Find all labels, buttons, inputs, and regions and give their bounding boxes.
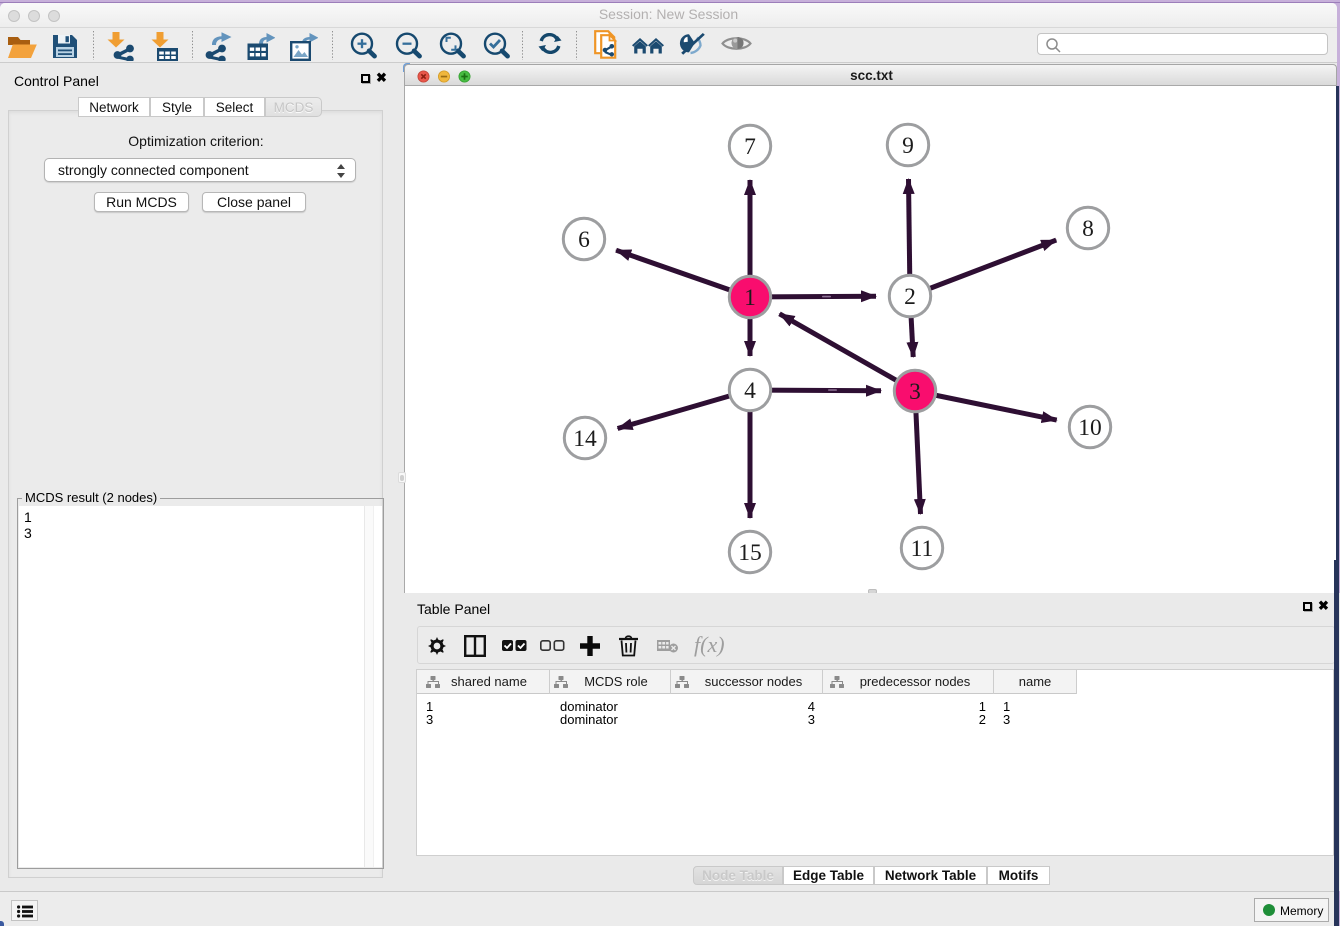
svg-text:15: 15 — [738, 540, 762, 566]
svg-text:4: 4 — [744, 378, 756, 404]
svg-text:7: 7 — [744, 134, 756, 160]
svg-text:8: 8 — [1082, 216, 1094, 242]
svg-text:14: 14 — [573, 426, 597, 452]
svg-text:1: 1 — [744, 285, 756, 311]
svg-text:10: 10 — [1078, 415, 1102, 441]
svg-text:11: 11 — [911, 536, 934, 562]
svg-text:9: 9 — [902, 133, 914, 159]
svg-text:2: 2 — [904, 284, 916, 310]
svg-text:6: 6 — [578, 227, 590, 253]
svg-text:3: 3 — [909, 379, 921, 405]
